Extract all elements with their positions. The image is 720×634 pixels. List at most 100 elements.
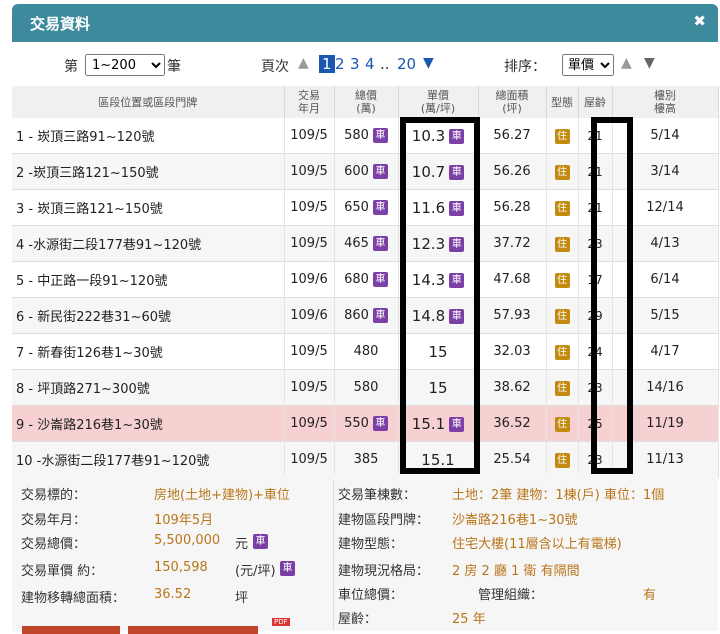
type-cell: 住 bbox=[546, 297, 579, 334]
date-cell: 109/5 bbox=[284, 405, 335, 442]
detail-value: 土地：2筆 建物：1棟(戶) 車位：1個 bbox=[452, 488, 665, 503]
dialog-title-bar: 交易資料 ✖ bbox=[12, 4, 718, 42]
column-header[interactable]: 總面積 (坪) bbox=[478, 86, 547, 118]
unit-price-cell: 11.6 車 bbox=[398, 189, 479, 226]
residence-badge-icon: 住 bbox=[554, 128, 570, 144]
location-cell: 5 - 中正路一段91~120號 bbox=[12, 261, 285, 298]
unit-price-cell: 15 bbox=[398, 333, 479, 370]
residence-badge-icon: 住 bbox=[554, 200, 570, 216]
age-cell: 24 bbox=[578, 333, 613, 370]
prev-page-icon[interactable]: ▲ bbox=[298, 55, 309, 71]
table-row[interactable]: 5 - 中正路一段91~120號 109/6 680 車 14.3 車 47.68 住 17 6/… bbox=[12, 261, 719, 298]
type-cell: 住 bbox=[546, 369, 579, 406]
unit-price-value: 14.3 bbox=[411, 270, 446, 289]
action-button-2[interactable] bbox=[128, 626, 258, 634]
type-cell: 住 bbox=[546, 225, 579, 262]
date-cell: 109/5 bbox=[284, 189, 335, 226]
parking-badge-icon: 車 bbox=[372, 164, 388, 179]
detail-label: 屋齡： bbox=[338, 612, 378, 627]
table-header-row: 區段位置或區段門牌 交易 年月 總價 (萬) 單價 (萬/坪) 總面積 (坪) 型態 屋齡樓… bbox=[12, 86, 719, 118]
table-row[interactable]: 8 - 坪頂路271~300號 109/5 580 15 38.62 住 23 14/16 bbox=[12, 369, 719, 406]
column-header[interactable]: 型態 bbox=[546, 86, 579, 118]
sort-select[interactable]: 單價 bbox=[562, 54, 614, 76]
table-row[interactable]: 3 - 崁頂三路121~150號 109/5 650 車 11.6 車 56.28 住 21 12… bbox=[12, 189, 719, 226]
transaction-table: 區段位置或區段門牌 交易 年月 總價 (萬) 單價 (萬/坪) 總面積 (坪) 型態 屋齡樓… bbox=[12, 86, 719, 478]
unit-price-cell: 15.1 bbox=[398, 441, 479, 478]
total-price-cell: 600 車 bbox=[334, 153, 399, 190]
page-link-1[interactable]: 1 bbox=[319, 55, 335, 73]
dialog-title: 交易資料 bbox=[30, 15, 91, 33]
sort-desc-icon[interactable]: ▼ bbox=[644, 55, 655, 71]
page-link-3[interactable]: 3 bbox=[350, 55, 360, 73]
total-price-cell: 860 車 bbox=[334, 297, 399, 334]
detail-value: 36.52 bbox=[154, 587, 192, 602]
area-cell: 57.93 bbox=[478, 297, 547, 334]
page-link-20[interactable]: 20 bbox=[397, 55, 416, 73]
detail-value: 沙崙路216巷1~30號 bbox=[452, 513, 578, 528]
residence-badge-icon: 住 bbox=[554, 164, 570, 180]
total-price-cell: 385 bbox=[334, 441, 399, 478]
floor-cell: 4/17 bbox=[612, 333, 719, 370]
residence-badge-icon: 住 bbox=[554, 416, 570, 432]
age-cell: 21 bbox=[578, 189, 613, 226]
date-cell: 109/5 bbox=[284, 153, 335, 190]
page-link-4[interactable]: 4 bbox=[365, 55, 375, 73]
total-price-value: 650 bbox=[344, 200, 369, 215]
column-header[interactable]: 交易 年月 bbox=[284, 86, 335, 118]
page-label: 頁次 bbox=[261, 59, 289, 75]
action-button-1[interactable] bbox=[22, 626, 120, 634]
detail-label: 交易標的： bbox=[21, 488, 87, 503]
table-body: 1 - 崁頂三路91~120號 109/5 580 車 10.3 車 56.27 住 21 5/1… bbox=[12, 118, 719, 478]
floor-cell: 11/13 bbox=[612, 441, 719, 478]
age-cell: 23 bbox=[578, 441, 613, 478]
unit-price-value: 15 bbox=[428, 342, 448, 361]
residence-badge-icon: 住 bbox=[554, 452, 570, 468]
detail-divider bbox=[333, 480, 334, 630]
table-row[interactable]: 6 - 新民街222巷31~60號 109/6 860 車 14.8 車 57.93 住 29 5… bbox=[12, 297, 719, 334]
close-icon[interactable]: ✖ bbox=[693, 12, 706, 30]
total-price-value: 385 bbox=[353, 452, 379, 467]
unit-price-value: 15 bbox=[428, 378, 448, 397]
date-cell: 109/5 bbox=[284, 225, 335, 262]
table-row[interactable]: 9 - 沙崙路216巷1~30號 109/5 550 車 15.1 車 36.52 住 25 11… bbox=[12, 405, 719, 442]
age-cell: 17 bbox=[578, 261, 613, 298]
type-cell: 住 bbox=[546, 153, 579, 190]
total-price-cell: 580 bbox=[334, 369, 399, 406]
column-header[interactable]: 單價 (萬/坪) bbox=[398, 86, 479, 118]
column-header[interactable]: 總價 (萬) bbox=[334, 86, 399, 118]
unit-price-value: 15.1 bbox=[411, 414, 446, 433]
area-cell: 56.26 bbox=[478, 153, 547, 190]
detail-label: 交易年月： bbox=[21, 513, 87, 528]
parking-badge-icon: 車 bbox=[449, 128, 465, 144]
date-cell: 109/5 bbox=[284, 369, 335, 406]
total-price-value: 550 bbox=[344, 416, 369, 431]
sort-label: 排序： bbox=[504, 59, 546, 75]
floor-cell: 3/14 bbox=[612, 153, 719, 190]
residence-badge-icon: 住 bbox=[554, 344, 570, 360]
table-row[interactable]: 10 -水源街二段177巷91~120號 109/5 385 15.1 25.54 住 23… bbox=[12, 441, 719, 478]
floor-cell: 4/13 bbox=[612, 225, 719, 262]
residence-badge-icon: 住 bbox=[554, 308, 570, 324]
residence-badge-icon: 住 bbox=[554, 380, 570, 396]
detail-value: 管理組織： bbox=[478, 588, 544, 603]
location-cell: 3 - 崁頂三路121~150號 bbox=[12, 189, 285, 226]
pdf-icon[interactable]: PDF bbox=[272, 618, 290, 626]
table-row[interactable]: 2 -崁頂三路121~150號 109/5 600 車 10.7 車 56.26 住 21 3/1… bbox=[12, 153, 719, 190]
parking-badge-icon: 車 bbox=[372, 416, 388, 431]
column-header[interactable]: 區段位置或區段門牌 bbox=[12, 86, 285, 118]
floor-cell: 11/19 bbox=[612, 405, 719, 442]
column-header[interactable]: 樓別 樓高 bbox=[612, 86, 719, 118]
next-page-icon[interactable]: ▼ bbox=[423, 55, 434, 71]
age-cell: 29 bbox=[578, 297, 613, 334]
detail-value: 25 年 bbox=[452, 612, 486, 627]
unit-price-value: 11.6 bbox=[411, 198, 446, 217]
column-header[interactable]: 屋齡 bbox=[578, 86, 613, 118]
per-page-select[interactable]: 1~200 bbox=[85, 54, 165, 76]
page-link-2[interactable]: 2 bbox=[335, 55, 345, 73]
sort-asc-icon[interactable]: ▲ bbox=[621, 55, 632, 71]
location-cell: 1 - 崁頂三路91~120號 bbox=[12, 118, 285, 154]
table-row[interactable]: 4 -水源街二段177巷91~120號 109/5 465 車 12.3 車 37.72 住 2… bbox=[12, 225, 719, 262]
table-row[interactable]: 7 - 新春街126巷1~30號 109/5 480 15 32.03 住 24 4/17 bbox=[12, 333, 719, 370]
detail-label: 交易筆棟數： bbox=[338, 488, 417, 503]
table-row[interactable]: 1 - 崁頂三路91~120號 109/5 580 車 10.3 車 56.27 住 21 5/1… bbox=[12, 118, 719, 154]
